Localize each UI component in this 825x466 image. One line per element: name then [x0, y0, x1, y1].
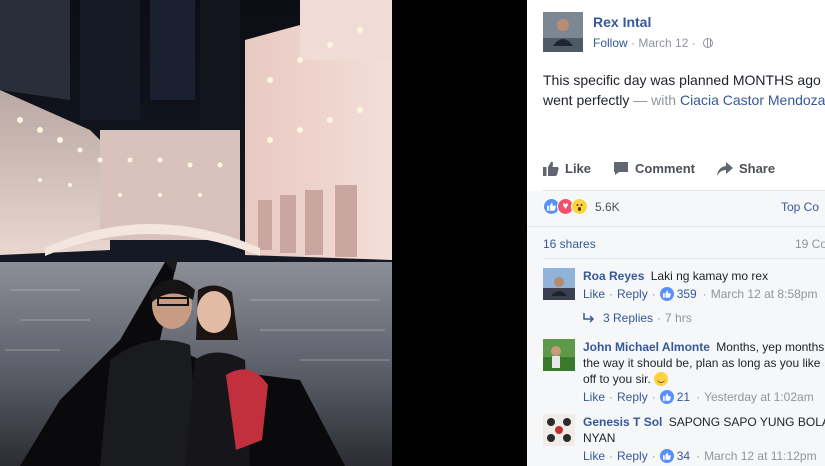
- post-photo[interactable]: [0, 0, 392, 466]
- comment-body: Genesis T Sol SAPONG SAPO YUNG BOLA NYAN: [583, 414, 825, 446]
- like-button[interactable]: Like: [543, 161, 591, 176]
- author-avatar[interactable]: [543, 12, 583, 52]
- comment-body: John Michael Almonte Months, yep months,…: [583, 339, 825, 387]
- post-sidebar: Rex Intal Follow · March 12 · This speci…: [527, 0, 825, 466]
- reaction-icons[interactable]: ♥: [543, 198, 588, 215]
- comment-like-count[interactable]: 34: [677, 449, 690, 463]
- divider: [543, 258, 825, 259]
- comment-footer: Like · Reply · 34 · March 12 at 11:12pm: [583, 449, 817, 463]
- with-label: — with: [633, 92, 677, 108]
- comment-reply-button[interactable]: Reply: [617, 390, 648, 404]
- comment-text: off to you sir.: [583, 372, 651, 386]
- share-arrow-icon: [716, 161, 733, 176]
- comment-like-button[interactable]: Like: [583, 287, 605, 301]
- post-text-line1: This specific day was planned MONTHS ago: [543, 72, 821, 88]
- comment-like-count[interactable]: 359: [677, 287, 697, 301]
- post-text: This specific day was planned MONTHS ago…: [543, 70, 825, 110]
- comment-text: the way it should be, plan as long as yo…: [583, 356, 821, 370]
- comment-icon: [614, 162, 629, 175]
- comment-reply-button[interactable]: Reply: [617, 287, 648, 301]
- globe-icon: [703, 38, 714, 48]
- post-actions: Like Comment Share: [543, 161, 797, 176]
- smile-emoji-icon: [654, 372, 669, 386]
- comments-count[interactable]: 19 Co: [795, 237, 825, 251]
- thumbs-up-icon: [543, 161, 559, 176]
- commenter-name[interactable]: Genesis T Sol: [583, 415, 662, 429]
- reply-arrow-icon: [583, 313, 595, 323]
- photo-scene: [0, 0, 392, 466]
- comment-like-button[interactable]: Like: [583, 390, 605, 404]
- like-count-icon: [659, 449, 674, 463]
- post-date[interactable]: March 12: [638, 36, 688, 50]
- black-gutter: [392, 0, 527, 466]
- comment-time[interactable]: March 12 at 8:58pm: [711, 287, 818, 301]
- view-replies-link[interactable]: 3 Replies · 7 hrs: [583, 311, 692, 325]
- commenter-avatar[interactable]: [543, 268, 575, 300]
- post-text-line2: went perfectly: [543, 92, 630, 108]
- commenter-name[interactable]: John Michael Almonte: [583, 340, 710, 354]
- comment-like-count[interactable]: 21: [677, 390, 690, 404]
- comment-body: Roa Reyes Laki ng kamay mo rex: [583, 268, 825, 284]
- top-comments-dropdown[interactable]: Top Co: [781, 200, 819, 214]
- tagged-user-link[interactable]: Ciacia Castor Mendoza: [680, 92, 825, 108]
- follow-button[interactable]: Follow: [593, 36, 628, 50]
- like-count-icon: [659, 390, 674, 404]
- comment-text: NYAN: [583, 431, 616, 445]
- comment-footer: Like · Reply · 21 · Yesterday at 1:02am: [583, 390, 814, 404]
- comment-text: Months, yep months,: [716, 340, 825, 354]
- comment-text: Laki ng kamay mo rex: [650, 269, 769, 283]
- like-count-icon: [659, 287, 674, 301]
- comment-time[interactable]: Yesterday at 1:02am: [704, 390, 814, 404]
- comment-button[interactable]: Comment: [613, 161, 695, 176]
- comment-like-button[interactable]: Like: [583, 449, 605, 463]
- comment-footer: Like · Reply · 359 · March 12 at 8:58pm: [583, 287, 818, 301]
- commenter-avatar[interactable]: [543, 339, 575, 371]
- shares-count[interactable]: 16 shares: [543, 237, 596, 251]
- wow-reaction-icon: [571, 198, 588, 215]
- reaction-count[interactable]: 5.6K: [595, 200, 620, 214]
- comment-time[interactable]: March 12 at 11:12pm: [704, 449, 817, 463]
- post-meta: Follow · March 12 ·: [593, 36, 714, 50]
- comment-text: SAPONG SAPO YUNG BOLA: [668, 415, 825, 429]
- share-button[interactable]: Share: [716, 161, 775, 176]
- commenter-name[interactable]: Roa Reyes: [583, 269, 644, 283]
- comment-reply-button[interactable]: Reply: [617, 449, 648, 463]
- replies-time: 7 hrs: [665, 311, 692, 325]
- author-name[interactable]: Rex Intal: [593, 14, 651, 30]
- commenter-avatar[interactable]: [543, 414, 575, 446]
